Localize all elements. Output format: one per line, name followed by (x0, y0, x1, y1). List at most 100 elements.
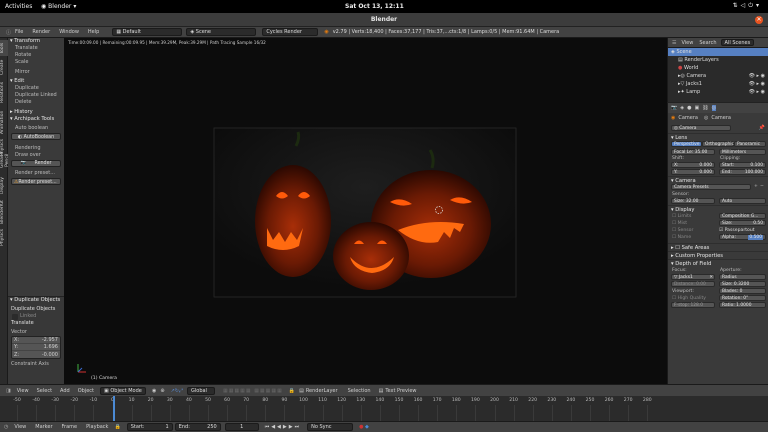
timeline-menu-view[interactable]: View (14, 424, 26, 430)
mist-checkbox[interactable]: ☐ Mist (672, 221, 687, 226)
view3d-menu-select[interactable]: Select (37, 388, 52, 394)
timeline-menu-playback[interactable]: Playback (86, 424, 108, 430)
sensor-size-field[interactable]: Size: 32.00 (671, 198, 715, 204)
sync-mode-select[interactable]: No Sync (307, 423, 354, 431)
autoboolean-button[interactable]: ◐ AutoBoolean (11, 133, 61, 140)
passepartout-checkbox[interactable]: ☑ Passepartout (719, 228, 755, 233)
world-tab-icon[interactable]: ● (687, 105, 691, 111)
vector-z-field[interactable]: Z: -0.000 (12, 351, 60, 358)
shift-y-field[interactable]: Y: 0.000 (671, 169, 715, 175)
timeline-menu-marker[interactable]: Marker (35, 424, 52, 430)
outliner-item-renderlayers[interactable]: ▤ RenderLayers (668, 56, 768, 64)
outliner-item-jacks1[interactable]: ▸▽ Jacks1 👁 ▸ ◉ (668, 80, 768, 88)
rotation-field[interactable]: Rotation: 0° (719, 295, 766, 301)
constraints-tab-icon[interactable]: ⛓ (702, 105, 708, 111)
outliner-item-world[interactable]: ● World (668, 64, 768, 72)
aperture-size-field[interactable]: Size: 0.3200 (719, 281, 766, 287)
duplicate-tool[interactable]: Duplicate (8, 85, 64, 92)
lens-perspective-tab[interactable]: Perspective (671, 141, 702, 147)
composition-guides-menu[interactable]: Composition G... (719, 213, 766, 219)
history-panel-header[interactable]: ▸ History (8, 109, 64, 116)
focus-distance-field[interactable]: Distance: 0.00 (671, 281, 715, 287)
timeline-menu-frame[interactable]: Frame (62, 424, 78, 430)
shading-icon[interactable]: ◉ (152, 388, 156, 394)
high-quality-checkbox[interactable]: ☐ High Quality (672, 296, 706, 301)
focus-object-field[interactable]: ▽ Jacks1 ✕ (671, 274, 715, 280)
outliner-item-camera[interactable]: ▸◎ Camera 👁 ▸ ◉ (668, 72, 768, 80)
timeline-editor-icon[interactable]: ◷ (4, 424, 8, 430)
depth-of-field-panel-header[interactable]: ▾ Depth of Field (668, 259, 768, 267)
redo-panel-header[interactable]: ▾ Duplicate Objects (8, 297, 64, 304)
render-button[interactable]: 📷 Render (11, 160, 61, 167)
outliner-editor-icon[interactable]: ☰ (672, 40, 676, 46)
alpha-field[interactable]: Alpha: 0.500 (719, 234, 766, 240)
lens-orthographic-tab[interactable]: Orthographic (702, 141, 734, 147)
clip-start-field[interactable]: Start: 0.100 (719, 162, 766, 168)
outliner-display-mode[interactable]: All Scenes (720, 39, 755, 46)
shift-x-field[interactable]: X: 0.000 (671, 162, 715, 168)
visibility-icons[interactable]: 👁 ▸ ◉ (749, 88, 765, 96)
end-frame-field[interactable]: End: 250 (174, 423, 221, 431)
editor-type-icon[interactable]: ⓘ (6, 29, 11, 36)
delete-tool[interactable]: Delete (8, 99, 64, 106)
data-tab-icon[interactable]: ◎ (711, 105, 716, 111)
app-menu[interactable]: ◉ Blender ▾ (41, 3, 76, 10)
outliner-search-menu[interactable]: Search (699, 40, 716, 46)
visibility-icons[interactable]: 👁 ▸ ◉ (749, 80, 765, 88)
tab-physics[interactable]: Physics (0, 228, 8, 248)
3d-viewport[interactable]: Time:00:09.00 | Remaining:00:09.95 | Mem… (64, 38, 667, 384)
activities-button[interactable]: Activities (5, 3, 32, 10)
linked-checkbox[interactable]: Linked (8, 313, 64, 320)
sensor-checkbox[interactable]: ☐ Sensor (672, 228, 693, 233)
scene-tab-icon[interactable]: ◈ (680, 105, 684, 111)
close-icon[interactable]: ✕ (755, 16, 763, 24)
render-engine-selector[interactable]: Cycles Render (262, 28, 319, 36)
transform-panel-header[interactable]: ▾ Transform (8, 38, 64, 45)
blades-field[interactable]: Blades: 0 (719, 288, 766, 294)
text-preview-label[interactable]: Text Preview (385, 388, 416, 394)
vector-y-field[interactable]: Y: 1.696 (12, 344, 60, 351)
render-preset-button[interactable]: ⚠Render preset... (11, 178, 61, 185)
tab-blenderkit[interactable]: BlenderKit (0, 198, 8, 226)
playback-controls[interactable]: ⏮◀◀▶▶⏭ (265, 424, 301, 430)
system-tray[interactable]: ⇅◁⏻▾ (733, 2, 762, 10)
add-preset-icon[interactable]: + (754, 184, 758, 189)
translate-tool[interactable]: Translate (8, 45, 64, 52)
menu-window[interactable]: Window (59, 29, 79, 35)
clear-focus-icon[interactable]: ✕ (709, 275, 713, 280)
mode-selector[interactable]: ▣ Object Mode (100, 386, 147, 395)
timeline[interactable]: -50-40-30-20-100102030405060708090100110… (0, 396, 768, 421)
tab-display[interactable]: Display (0, 176, 8, 196)
render-tab-icon[interactable]: 📷 (671, 105, 677, 111)
sensor-fit-select[interactable]: Auto (719, 198, 766, 204)
visibility-icons[interactable]: 👁 ▸ ◉ (749, 72, 765, 80)
record-icon[interactable]: 🔒 (114, 424, 120, 430)
camera-panel-header[interactable]: ▾ Camera (668, 176, 768, 184)
outliner-item-lamp[interactable]: ▸✦ Lamp 👁 ▸ ◉ (668, 88, 768, 96)
pivot-icon[interactable]: ⊕ (160, 388, 164, 394)
start-frame-field[interactable]: Start: 1 (126, 423, 173, 431)
pin-icon[interactable]: 📌 (759, 125, 765, 131)
scene-selector[interactable]: ◈ Scene (186, 28, 257, 36)
fstop-field[interactable]: F-stop: 128.0 (671, 302, 715, 308)
menu-file[interactable]: File (15, 29, 23, 35)
mirror-tool[interactable]: Mirror (8, 69, 64, 76)
lens-panel-header[interactable]: ▾ Lens (668, 133, 768, 141)
menu-render[interactable]: Render (32, 29, 50, 35)
tab-tools[interactable]: Tools (0, 40, 8, 56)
camera-presets-menu[interactable]: Camera Presets (671, 184, 751, 190)
menu-help[interactable]: Help (88, 29, 99, 35)
lock-icon[interactable]: 🔒 (289, 388, 295, 394)
display-size-field[interactable]: Size: 0.50 (719, 220, 766, 226)
scale-tool[interactable]: Scale (8, 59, 64, 66)
ratio-field[interactable]: Ratio: 1.0000 (719, 302, 766, 308)
orientation-selector[interactable]: Global (187, 386, 215, 395)
view3d-menu-add[interactable]: Add (60, 388, 70, 394)
layer-buttons[interactable]: ▦▦▦▦▦ ▦▦▦▦▦ (223, 388, 283, 394)
layout-selector[interactable]: ▦ Default (112, 28, 183, 36)
tab-grease-pencil[interactable]: Grease Pencil (0, 146, 10, 174)
view3d-menu-view[interactable]: View (17, 388, 29, 394)
playhead[interactable] (113, 396, 115, 421)
keying-icons[interactable]: ● ◆ (359, 424, 369, 430)
object-tab-icon[interactable]: ▣ (694, 105, 699, 111)
